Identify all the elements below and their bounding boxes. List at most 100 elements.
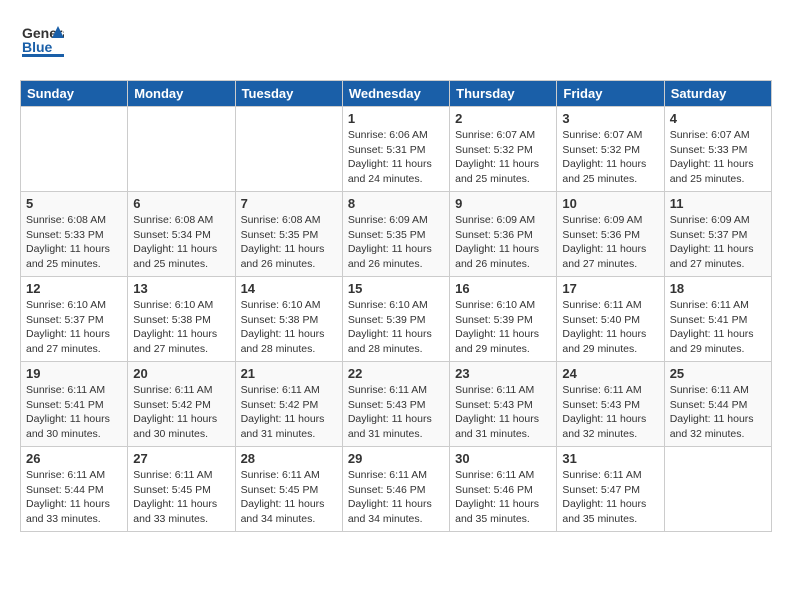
day-info: Sunrise: 6:11 AM Sunset: 5:43 PM Dayligh… (562, 383, 658, 442)
calendar-cell: 17 Sunrise: 6:11 AM Sunset: 5:40 PM Dayli… (557, 277, 664, 362)
day-info: Sunrise: 6:10 AM Sunset: 5:38 PM Dayligh… (241, 298, 337, 357)
calendar-cell (21, 107, 128, 192)
day-info: Sunrise: 6:07 AM Sunset: 5:32 PM Dayligh… (562, 128, 658, 187)
calendar-cell: 19 Sunrise: 6:11 AM Sunset: 5:41 PM Dayli… (21, 362, 128, 447)
day-number: 4 (670, 111, 766, 126)
calendar-cell: 4 Sunrise: 6:07 AM Sunset: 5:33 PM Daylig… (664, 107, 771, 192)
day-number: 28 (241, 451, 337, 466)
day-number: 8 (348, 196, 444, 211)
calendar-cell: 11 Sunrise: 6:09 AM Sunset: 5:37 PM Dayli… (664, 192, 771, 277)
day-info: Sunrise: 6:11 AM Sunset: 5:44 PM Dayligh… (26, 468, 122, 527)
day-info: Sunrise: 6:11 AM Sunset: 5:44 PM Dayligh… (670, 383, 766, 442)
logo-icon: General Blue (20, 20, 64, 60)
day-number: 5 (26, 196, 122, 211)
calendar-cell: 13 Sunrise: 6:10 AM Sunset: 5:38 PM Dayli… (128, 277, 235, 362)
calendar-cell: 25 Sunrise: 6:11 AM Sunset: 5:44 PM Dayli… (664, 362, 771, 447)
calendar-cell: 24 Sunrise: 6:11 AM Sunset: 5:43 PM Dayli… (557, 362, 664, 447)
calendar-cell: 28 Sunrise: 6:11 AM Sunset: 5:45 PM Dayli… (235, 447, 342, 532)
day-info: Sunrise: 6:09 AM Sunset: 5:35 PM Dayligh… (348, 213, 444, 272)
svg-text:Blue: Blue (22, 39, 53, 55)
day-number: 10 (562, 196, 658, 211)
day-number: 19 (26, 366, 122, 381)
day-info: Sunrise: 6:06 AM Sunset: 5:31 PM Dayligh… (348, 128, 444, 187)
calendar-cell: 8 Sunrise: 6:09 AM Sunset: 5:35 PM Daylig… (342, 192, 449, 277)
weekday-header-wednesday: Wednesday (342, 81, 449, 107)
day-info: Sunrise: 6:11 AM Sunset: 5:45 PM Dayligh… (133, 468, 229, 527)
day-number: 3 (562, 111, 658, 126)
calendar-cell: 18 Sunrise: 6:11 AM Sunset: 5:41 PM Dayli… (664, 277, 771, 362)
calendar-cell: 21 Sunrise: 6:11 AM Sunset: 5:42 PM Dayli… (235, 362, 342, 447)
calendar-cell: 6Sunrise: 6:08 AM Sunset: 5:34 PM Daylig… (128, 192, 235, 277)
calendar-cell: 22Sunrise: 6:11 AM Sunset: 5:43 PM Dayli… (342, 362, 449, 447)
day-info: Sunrise: 6:07 AM Sunset: 5:32 PM Dayligh… (455, 128, 551, 187)
day-number: 29 (348, 451, 444, 466)
day-info: Sunrise: 6:11 AM Sunset: 5:47 PM Dayligh… (562, 468, 658, 527)
weekday-header-tuesday: Tuesday (235, 81, 342, 107)
calendar-week-row: 1 Sunrise: 6:06 AM Sunset: 5:31 PM Daylig… (21, 107, 772, 192)
day-number: 11 (670, 196, 766, 211)
calendar-cell: 30 Sunrise: 6:11 AM Sunset: 5:46 PM Dayli… (450, 447, 557, 532)
calendar-table: SundayMondayTuesdayWednesdayThursdayFrid… (20, 80, 772, 532)
calendar-cell: 1 Sunrise: 6:06 AM Sunset: 5:31 PM Daylig… (342, 107, 449, 192)
calendar-cell: 27 Sunrise: 6:11 AM Sunset: 5:45 PM Dayli… (128, 447, 235, 532)
calendar-cell: 16 Sunrise: 6:10 AM Sunset: 5:39 PM Dayli… (450, 277, 557, 362)
day-info: Sunrise: 6:10 AM Sunset: 5:37 PM Dayligh… (26, 298, 122, 357)
day-number: 23 (455, 366, 551, 381)
weekday-header-friday: Friday (557, 81, 664, 107)
day-info: Sunrise: 6:11 AM Sunset: 5:42 PM Dayligh… (241, 383, 337, 442)
day-number: 9 (455, 196, 551, 211)
calendar-cell: 26 Sunrise: 6:11 AM Sunset: 5:44 PM Dayli… (21, 447, 128, 532)
day-info: Sunrise: 6:08 AM Sunset: 5:35 PM Dayligh… (241, 213, 337, 272)
day-number: 20 (133, 366, 229, 381)
day-info: Sunrise: 6:10 AM Sunset: 5:39 PM Dayligh… (455, 298, 551, 357)
calendar-cell: 29Sunrise: 6:11 AM Sunset: 5:46 PM Dayli… (342, 447, 449, 532)
day-info: Sunrise: 6:08 AM Sunset: 5:34 PM Dayligh… (133, 213, 229, 272)
day-number: 12 (26, 281, 122, 296)
weekday-header-sunday: Sunday (21, 81, 128, 107)
day-number: 15 (348, 281, 444, 296)
day-info: Sunrise: 6:09 AM Sunset: 5:37 PM Dayligh… (670, 213, 766, 272)
day-number: 17 (562, 281, 658, 296)
calendar-cell (664, 447, 771, 532)
day-number: 14 (241, 281, 337, 296)
day-info: Sunrise: 6:11 AM Sunset: 5:40 PM Dayligh… (562, 298, 658, 357)
day-info: Sunrise: 6:08 AM Sunset: 5:33 PM Dayligh… (26, 213, 122, 272)
calendar-week-row: 19 Sunrise: 6:11 AM Sunset: 5:41 PM Dayli… (21, 362, 772, 447)
calendar-week-row: 5 Sunrise: 6:08 AM Sunset: 5:33 PM Daylig… (21, 192, 772, 277)
day-info: Sunrise: 6:07 AM Sunset: 5:33 PM Dayligh… (670, 128, 766, 187)
calendar-cell: 12 Sunrise: 6:10 AM Sunset: 5:37 PM Dayli… (21, 277, 128, 362)
day-number: 1 (348, 111, 444, 126)
day-info: Sunrise: 6:09 AM Sunset: 5:36 PM Dayligh… (562, 213, 658, 272)
day-number: 24 (562, 366, 658, 381)
weekday-header-row: SundayMondayTuesdayWednesdayThursdayFrid… (21, 81, 772, 107)
calendar-cell: 23 Sunrise: 6:11 AM Sunset: 5:43 PM Dayli… (450, 362, 557, 447)
calendar-week-row: 12 Sunrise: 6:10 AM Sunset: 5:37 PM Dayli… (21, 277, 772, 362)
day-number: 26 (26, 451, 122, 466)
day-info: Sunrise: 6:11 AM Sunset: 5:43 PM Dayligh… (455, 383, 551, 442)
page-container: General Blue SundayMondayTuesdayWednesda… (0, 0, 792, 542)
day-number: 30 (455, 451, 551, 466)
day-info: Sunrise: 6:11 AM Sunset: 5:46 PM Dayligh… (455, 468, 551, 527)
day-number: 7 (241, 196, 337, 211)
calendar-cell: 9 Sunrise: 6:09 AM Sunset: 5:36 PM Daylig… (450, 192, 557, 277)
day-number: 16 (455, 281, 551, 296)
calendar-cell: 14 Sunrise: 6:10 AM Sunset: 5:38 PM Dayli… (235, 277, 342, 362)
day-number: 18 (670, 281, 766, 296)
day-info: Sunrise: 6:10 AM Sunset: 5:38 PM Dayligh… (133, 298, 229, 357)
day-number: 13 (133, 281, 229, 296)
calendar-cell (128, 107, 235, 192)
calendar-cell: 10 Sunrise: 6:09 AM Sunset: 5:36 PM Dayli… (557, 192, 664, 277)
day-number: 21 (241, 366, 337, 381)
day-info: Sunrise: 6:11 AM Sunset: 5:41 PM Dayligh… (670, 298, 766, 357)
calendar-week-row: 26 Sunrise: 6:11 AM Sunset: 5:44 PM Dayli… (21, 447, 772, 532)
day-number: 25 (670, 366, 766, 381)
day-info: Sunrise: 6:11 AM Sunset: 5:41 PM Dayligh… (26, 383, 122, 442)
weekday-header-thursday: Thursday (450, 81, 557, 107)
day-number: 27 (133, 451, 229, 466)
calendar-cell: 2Sunrise: 6:07 AM Sunset: 5:32 PM Daylig… (450, 107, 557, 192)
calendar-cell: 31Sunrise: 6:11 AM Sunset: 5:47 PM Dayli… (557, 447, 664, 532)
calendar-cell (235, 107, 342, 192)
day-info: Sunrise: 6:11 AM Sunset: 5:45 PM Dayligh… (241, 468, 337, 527)
calendar-cell: 15Sunrise: 6:10 AM Sunset: 5:39 PM Dayli… (342, 277, 449, 362)
day-info: Sunrise: 6:09 AM Sunset: 5:36 PM Dayligh… (455, 213, 551, 272)
